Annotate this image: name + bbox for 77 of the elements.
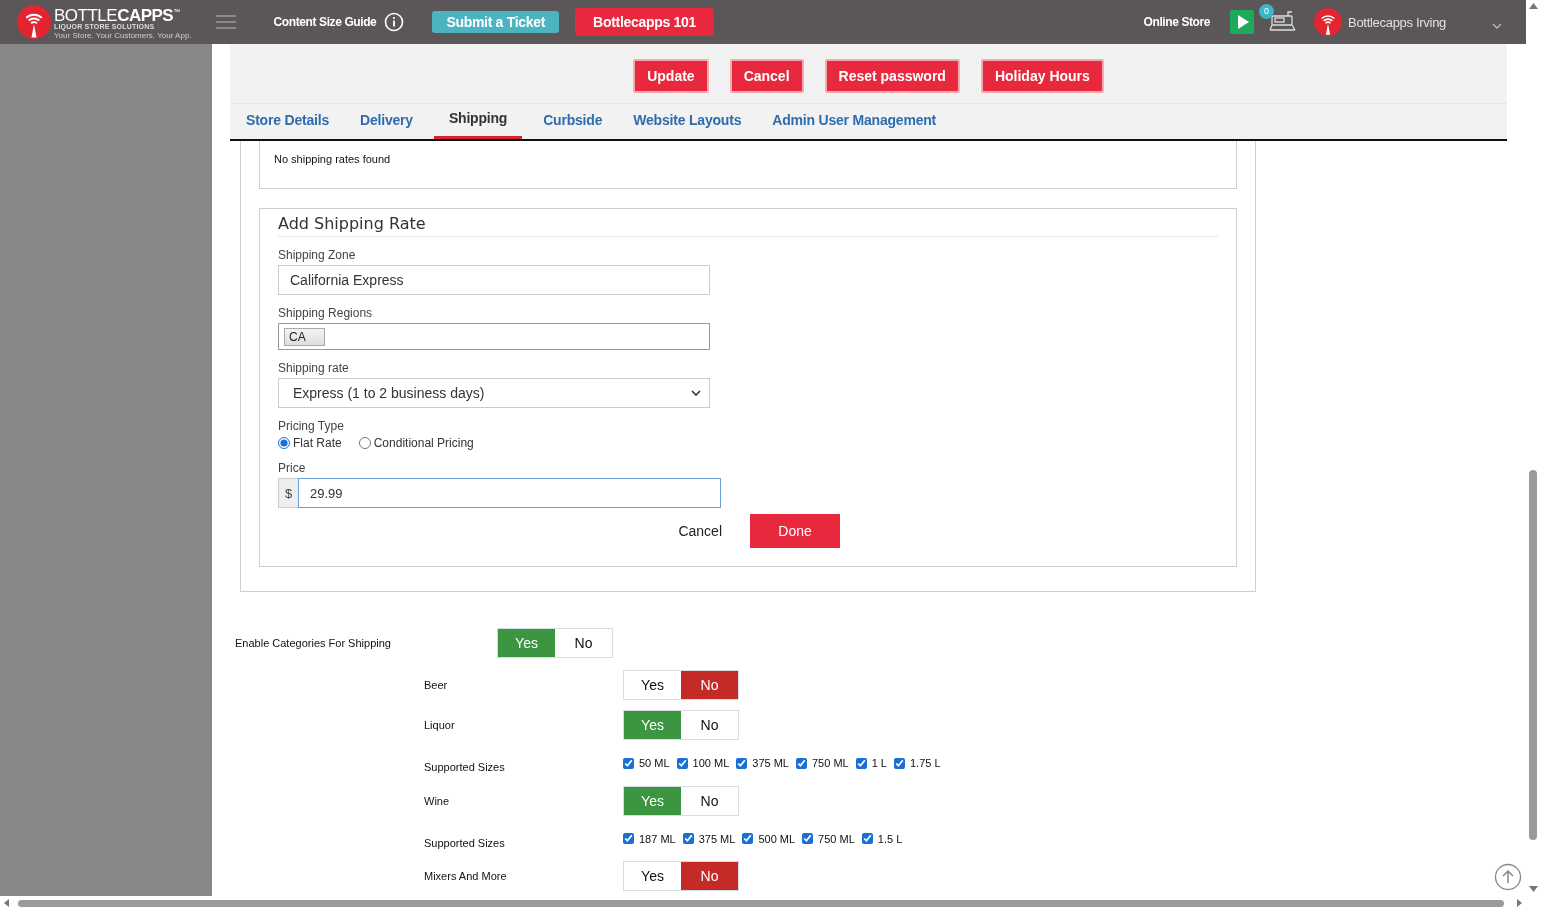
size-label[interactable]: 750 ML (818, 832, 855, 845)
radio-button[interactable] (278, 437, 290, 449)
notification-badge: 0 (1259, 4, 1275, 19)
size-label[interactable]: 187 ML (639, 832, 676, 845)
scroll-up-icon[interactable] (1494, 863, 1522, 891)
info-icon[interactable] (384, 12, 405, 32)
chevron-down-icon[interactable] (1492, 23, 1502, 29)
tab[interactable]: Curbside (533, 106, 613, 139)
size-label[interactable]: 500 ML (758, 832, 796, 845)
field-label: Shipping rate (278, 361, 350, 375)
field-label: Shipping Regions (278, 306, 374, 320)
size-label[interactable]: 1.5 L (877, 832, 903, 845)
field-label: Shipping Zone (278, 248, 357, 262)
setting-label: Enable Categories For Shipping (235, 637, 392, 649)
logo-icon (17, 5, 51, 39)
checkbox[interactable] (682, 833, 694, 844)
user-name[interactable]: Bottlecapps Irving (1348, 14, 1446, 30)
shipping-regions-field[interactable]: CA (278, 323, 710, 350)
size-label[interactable]: 50 ML (639, 757, 670, 769)
logo-slogan: Your Store. Your Customers. Your App. (54, 31, 192, 41)
checkbox[interactable] (855, 757, 867, 769)
checkbox[interactable] (736, 757, 748, 769)
yes-no-toggle[interactable]: Yes No (497, 628, 613, 658)
checkbox[interactable] (676, 757, 688, 769)
checkbox[interactable] (623, 833, 634, 844)
tab[interactable]: Shipping (433, 106, 523, 139)
category-label: Liquor (424, 719, 456, 731)
checkbox[interactable] (623, 757, 634, 769)
avatar-icon[interactable] (1314, 8, 1343, 36)
size-label[interactable]: 100 ML (692, 757, 730, 769)
field-label: Price (278, 461, 307, 475)
action-button[interactable]: Reset password (824, 59, 960, 93)
radio-label[interactable]: Conditional Pricing (373, 436, 474, 450)
size-label[interactable]: 1 L (871, 757, 887, 769)
size-label[interactable]: 1.75 L (910, 757, 941, 769)
action-button[interactable]: Update (633, 59, 709, 93)
yes-no-toggle[interactable]: Yes No (623, 670, 739, 700)
yes-no-toggle[interactable]: Yes No (623, 710, 739, 740)
checkbox[interactable] (861, 833, 873, 844)
checkbox[interactable] (802, 833, 814, 844)
category-label: Wine (424, 795, 451, 807)
region-tag: CA (284, 327, 325, 346)
size-label[interactable]: 750 ML (812, 757, 849, 769)
checkbox[interactable] (796, 757, 807, 769)
shipping-zone-field[interactable]: California Express (278, 265, 710, 295)
shipping-rate-dropdown[interactable]: Express (1 to 2 business days) (278, 378, 710, 408)
setting-label: Supported Sizes (424, 836, 506, 849)
size-label[interactable]: 375 ML (698, 832, 736, 845)
setting-label: Supported Sizes (424, 761, 506, 773)
content-size-guide-link[interactable]: Content Size Guide (273, 15, 377, 29)
yes-no-toggle[interactable]: Yes No (623, 860, 739, 891)
tab[interactable]: Store Details (236, 106, 339, 139)
done-button[interactable]: Done (750, 514, 840, 548)
radio-button[interactable] (358, 437, 371, 449)
action-button[interactable]: Holiday Hours (980, 59, 1104, 93)
category-label: Mixers And More (424, 869, 508, 882)
action-button[interactable]: Cancel (729, 59, 804, 93)
logo-wordmark: BOTTLECAPPS$^{™}$ (54, 4, 181, 24)
radio-label[interactable]: Flat Rate (293, 436, 342, 450)
tab[interactable]: Website Layouts (623, 106, 752, 139)
play-icon[interactable] (1230, 10, 1255, 34)
currency-prefix: $ (278, 478, 298, 508)
empty-message: No shipping rates found (259, 141, 1237, 189)
tab[interactable]: Admin User Management (762, 106, 947, 139)
checkbox[interactable] (742, 833, 754, 844)
chevron-down-icon (691, 390, 701, 396)
category-label: Beer (424, 679, 449, 691)
cancel-button[interactable]: Cancel (678, 523, 722, 539)
checkbox[interactable] (894, 757, 905, 769)
price-field[interactable]: 29.99 (298, 478, 721, 508)
yes-no-toggle[interactable]: Yes No (623, 786, 739, 816)
help-button[interactable]: Bottlecapps 101 (575, 8, 714, 36)
online-store-link[interactable]: Online Store (1143, 15, 1211, 29)
field-label: Pricing Type (278, 419, 345, 433)
section-title: Add Shipping Rate (278, 214, 1218, 237)
size-label[interactable]: 375 ML (752, 757, 789, 769)
tab[interactable]: Delivery (350, 106, 423, 139)
